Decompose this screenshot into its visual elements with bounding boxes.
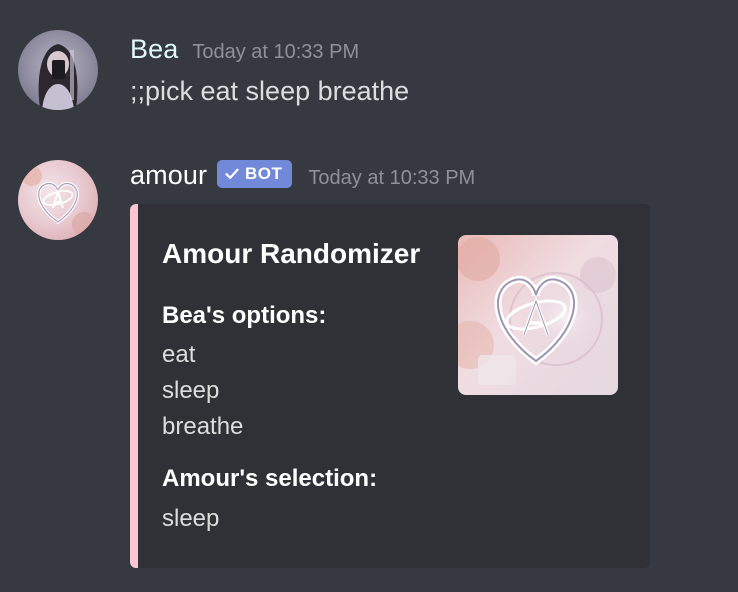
user-avatar-icon	[18, 30, 98, 110]
option-item: sleep	[162, 377, 220, 404]
verified-check-icon	[225, 168, 239, 179]
heart-logo-avatar-icon	[18, 160, 98, 240]
embed-field-selection-name: Amour's selection:	[162, 465, 378, 492]
amour-avatar[interactable]	[18, 160, 98, 240]
embed-title: Amour Randomizer	[162, 238, 421, 269]
message-bea: Bea Today at 10:33 PM ;;pick eat sleep b…	[0, 0, 738, 130]
heart-logo-thumbnail-icon	[458, 235, 618, 395]
username-bea[interactable]: Bea	[130, 34, 178, 65]
embed-field-options-value: eat sleep breathe	[162, 337, 243, 445]
bot-tag: BOT	[217, 160, 293, 188]
username-amour[interactable]: amour	[130, 160, 207, 191]
timestamp-amour: Today at 10:33 PM	[308, 167, 476, 189]
bea-avatar[interactable]	[18, 30, 98, 110]
bot-tag-label: BOT	[245, 164, 283, 183]
embed-field-options-name: Bea's options:	[162, 302, 327, 329]
message-text-bea: ;;pick eat sleep breathe	[130, 76, 410, 106]
amour-author-line: amour BOT Today at 10:33 PM	[130, 160, 475, 192]
embed-thumbnail[interactable]	[458, 235, 618, 395]
option-item: eat	[162, 341, 196, 368]
timestamp-bea: Today at 10:33 PM	[192, 41, 360, 63]
option-item: breathe	[162, 413, 244, 440]
selection-item: sleep	[162, 505, 220, 532]
bea-author-line: Bea Today at 10:33 PM	[130, 34, 359, 65]
embed-field-selection-value: sleep	[162, 501, 219, 537]
randomizer-embed: Amour Randomizer Bea's options: eat slee…	[130, 204, 650, 568]
